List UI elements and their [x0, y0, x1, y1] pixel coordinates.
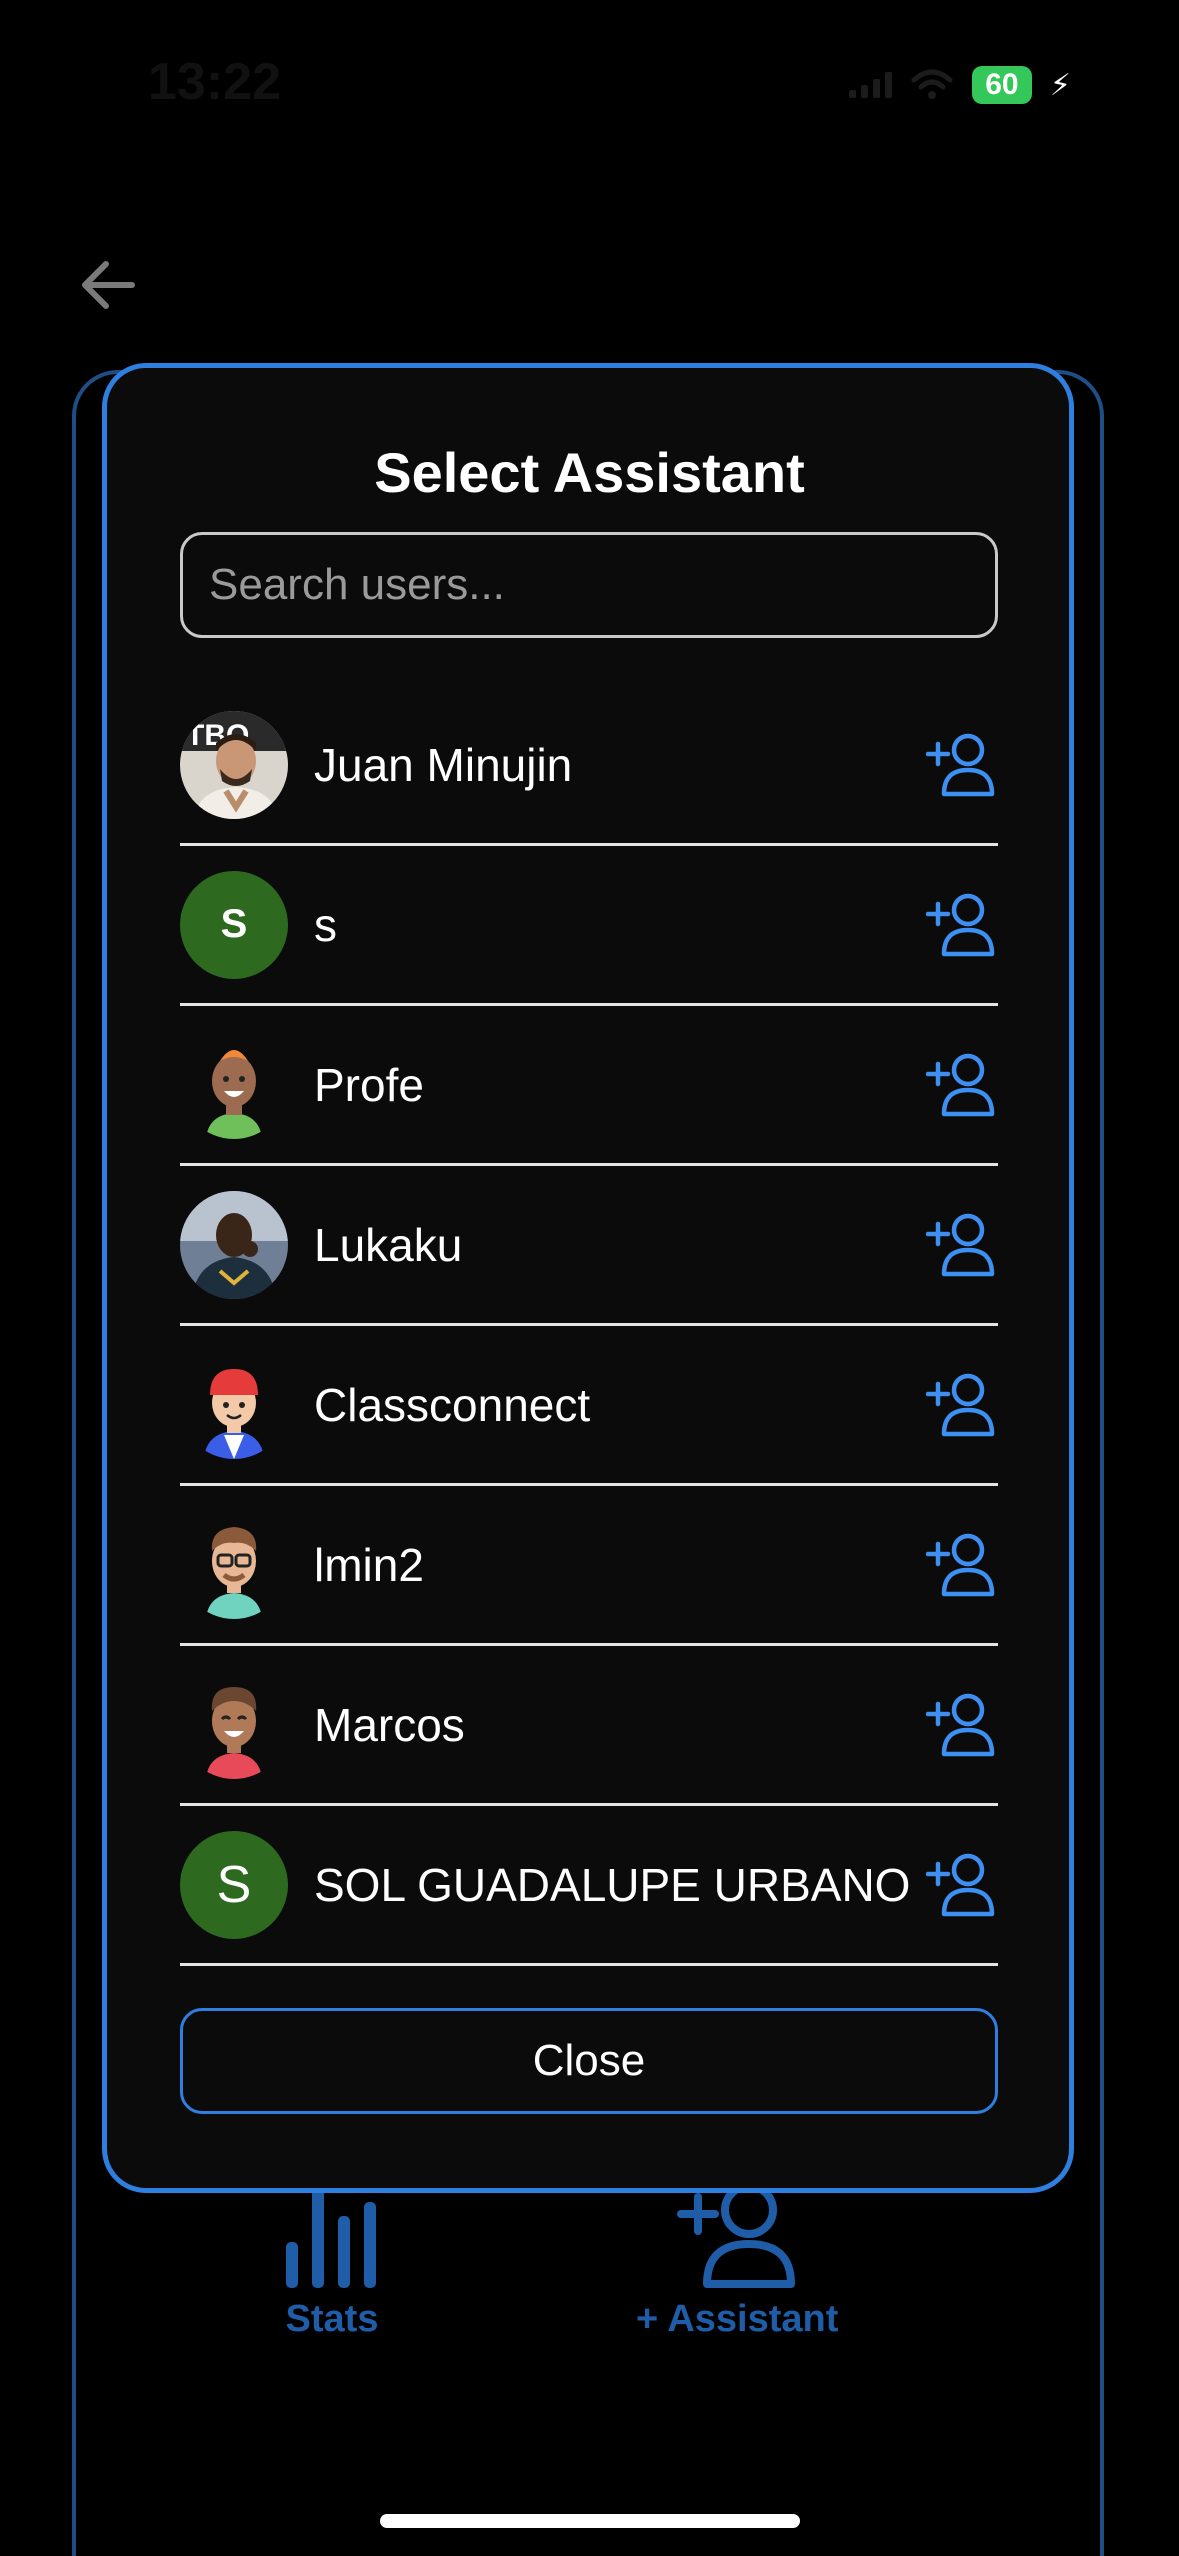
user-name: Profe [314, 1058, 424, 1111]
user-name: Classconnect [314, 1378, 591, 1431]
battery-level: 60 [985, 68, 1019, 101]
user-name: Marcos [314, 1698, 465, 1751]
charging-bolt-icon: ⚡ [1049, 68, 1071, 102]
add-user-icon [926, 1213, 995, 1276]
user-row-sol-guadalupe-urbano[interactable]: S SOL GUADALUPE URBANO [180, 1806, 998, 1966]
add-assistant-label: + Assistant [636, 2298, 839, 2340]
user-row-classconnect[interactable]: Classconnect [180, 1326, 998, 1486]
add-user-button[interactable] [924, 1528, 998, 1602]
avatar: S [180, 1830, 288, 1939]
add-user-icon [926, 1693, 995, 1756]
add-user-icon [926, 733, 995, 796]
avatar [180, 1671, 288, 1779]
stats-action[interactable]: Stats [282, 2180, 382, 2341]
arrow-left-icon [82, 261, 135, 309]
add-user-button[interactable] [924, 1208, 998, 1282]
add-user-button[interactable] [924, 888, 998, 962]
stats-label: Stats [285, 2298, 379, 2340]
cellular-signal-icon [848, 72, 892, 98]
bar-chart-icon [286, 2186, 376, 2288]
avatar-initial: S [220, 902, 248, 946]
add-user-button[interactable] [924, 1368, 998, 1442]
add-user-button[interactable] [924, 1848, 998, 1922]
avatar [180, 1351, 288, 1459]
modal-title: Select Assistant [374, 441, 805, 504]
user-list: TBO Juan Minujin S s Profe Lukaku Classc… [180, 686, 998, 1966]
add-user-icon [926, 1053, 995, 1116]
add-user-button[interactable] [924, 1688, 998, 1762]
add-user-button[interactable] [924, 728, 998, 802]
add-assistant-action[interactable]: + Assistant [636, 2180, 838, 2341]
user-name: SOL GUADALUPE URBANO [314, 1858, 911, 1911]
avatar: S [180, 870, 288, 979]
user-row-juan-minujin[interactable]: TBO Juan Minujin [180, 686, 998, 846]
user-name: Juan Minujin [314, 738, 573, 791]
status-time: 13:22 [148, 53, 281, 111]
close-button[interactable]: Close [180, 2008, 998, 2114]
add-user-icon [926, 1533, 995, 1596]
avatar: TBO [180, 710, 288, 819]
user-name: Lukaku [314, 1218, 463, 1271]
avatar-initial: S [216, 1855, 252, 1914]
battery-icon: 60 [971, 66, 1032, 104]
avatar [180, 1190, 288, 1299]
user-name: lmin2 [314, 1538, 424, 1591]
avatar [180, 1031, 288, 1139]
back-button[interactable] [72, 250, 142, 320]
user-row-lukaku[interactable]: Lukaku [180, 1166, 998, 1326]
add-user-icon [926, 1373, 995, 1436]
status-icons: 60 ⚡ [848, 66, 1071, 104]
wifi-icon [911, 69, 953, 99]
status-bar: 13:22 60 ⚡ [0, 0, 1179, 170]
add-user-button[interactable] [924, 1048, 998, 1122]
user-row-s[interactable]: S s [180, 846, 998, 1006]
user-row-marcos[interactable]: Marcos [180, 1646, 998, 1806]
user-row-lmin2[interactable]: lmin2 [180, 1486, 998, 1646]
add-user-icon [926, 893, 995, 956]
add-user-icon [677, 2182, 796, 2288]
user-row-profe[interactable]: Profe [180, 1006, 998, 1166]
avatar [180, 1511, 288, 1619]
search-input[interactable] [180, 532, 998, 638]
home-indicator [380, 2514, 800, 2528]
user-name: s [314, 898, 337, 951]
add-user-icon [926, 1853, 995, 1916]
